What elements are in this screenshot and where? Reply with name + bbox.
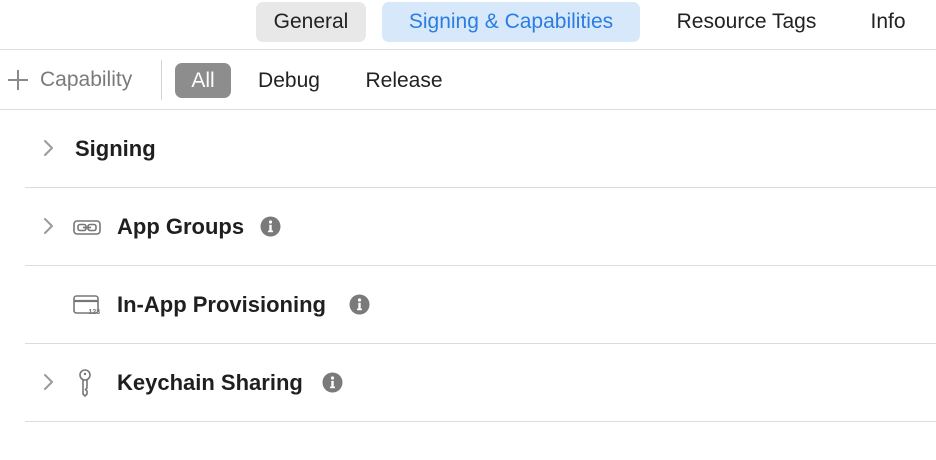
card-icon: 123 — [73, 295, 101, 316]
add-capability-button[interactable]: Capability — [6, 62, 132, 98]
configuration-filter-bar: Capability All Debug Release — [0, 50, 936, 110]
filter-release[interactable]: Release — [352, 63, 456, 98]
capability-title: App Groups — [117, 214, 245, 239]
capability-row-signing[interactable]: Signing — [25, 110, 936, 188]
plus-icon — [6, 68, 30, 92]
tab-info[interactable]: Info — [856, 2, 920, 42]
capability-row-app-groups[interactable]: App Groups — [25, 188, 936, 266]
chevron-right-icon[interactable] — [39, 138, 57, 158]
link-icon — [73, 220, 101, 235]
filter-debug[interactable]: Debug — [246, 63, 332, 98]
tab-general[interactable]: General — [256, 2, 366, 42]
capability-title: In-App Provisioning — [117, 292, 326, 317]
filter-divider — [161, 60, 162, 100]
chevron-right-icon[interactable] — [39, 216, 57, 236]
tab-signing-capabilities[interactable]: Signing & Capabilities — [382, 2, 640, 42]
info-icon[interactable] — [349, 294, 370, 315]
capability-title: Signing — [75, 136, 156, 161]
svg-text:123: 123 — [89, 309, 101, 316]
info-icon[interactable] — [322, 372, 343, 393]
editor-tab-bar: General Signing & Capabilities Resource … — [0, 0, 936, 50]
capability-row-keychain-sharing[interactable]: Keychain Sharing — [25, 344, 936, 422]
capability-row-in-app-provisioning[interactable]: 123 In-App Provisioning — [25, 266, 936, 344]
add-capability-label: Capability — [40, 68, 133, 91]
tab-resource-tags[interactable]: Resource Tags — [654, 2, 839, 42]
info-icon[interactable] — [260, 216, 281, 237]
filter-all[interactable]: All — [175, 63, 231, 98]
key-icon — [79, 369, 91, 397]
chevron-right-icon[interactable] — [39, 372, 57, 392]
capability-title: Keychain Sharing — [117, 370, 303, 395]
